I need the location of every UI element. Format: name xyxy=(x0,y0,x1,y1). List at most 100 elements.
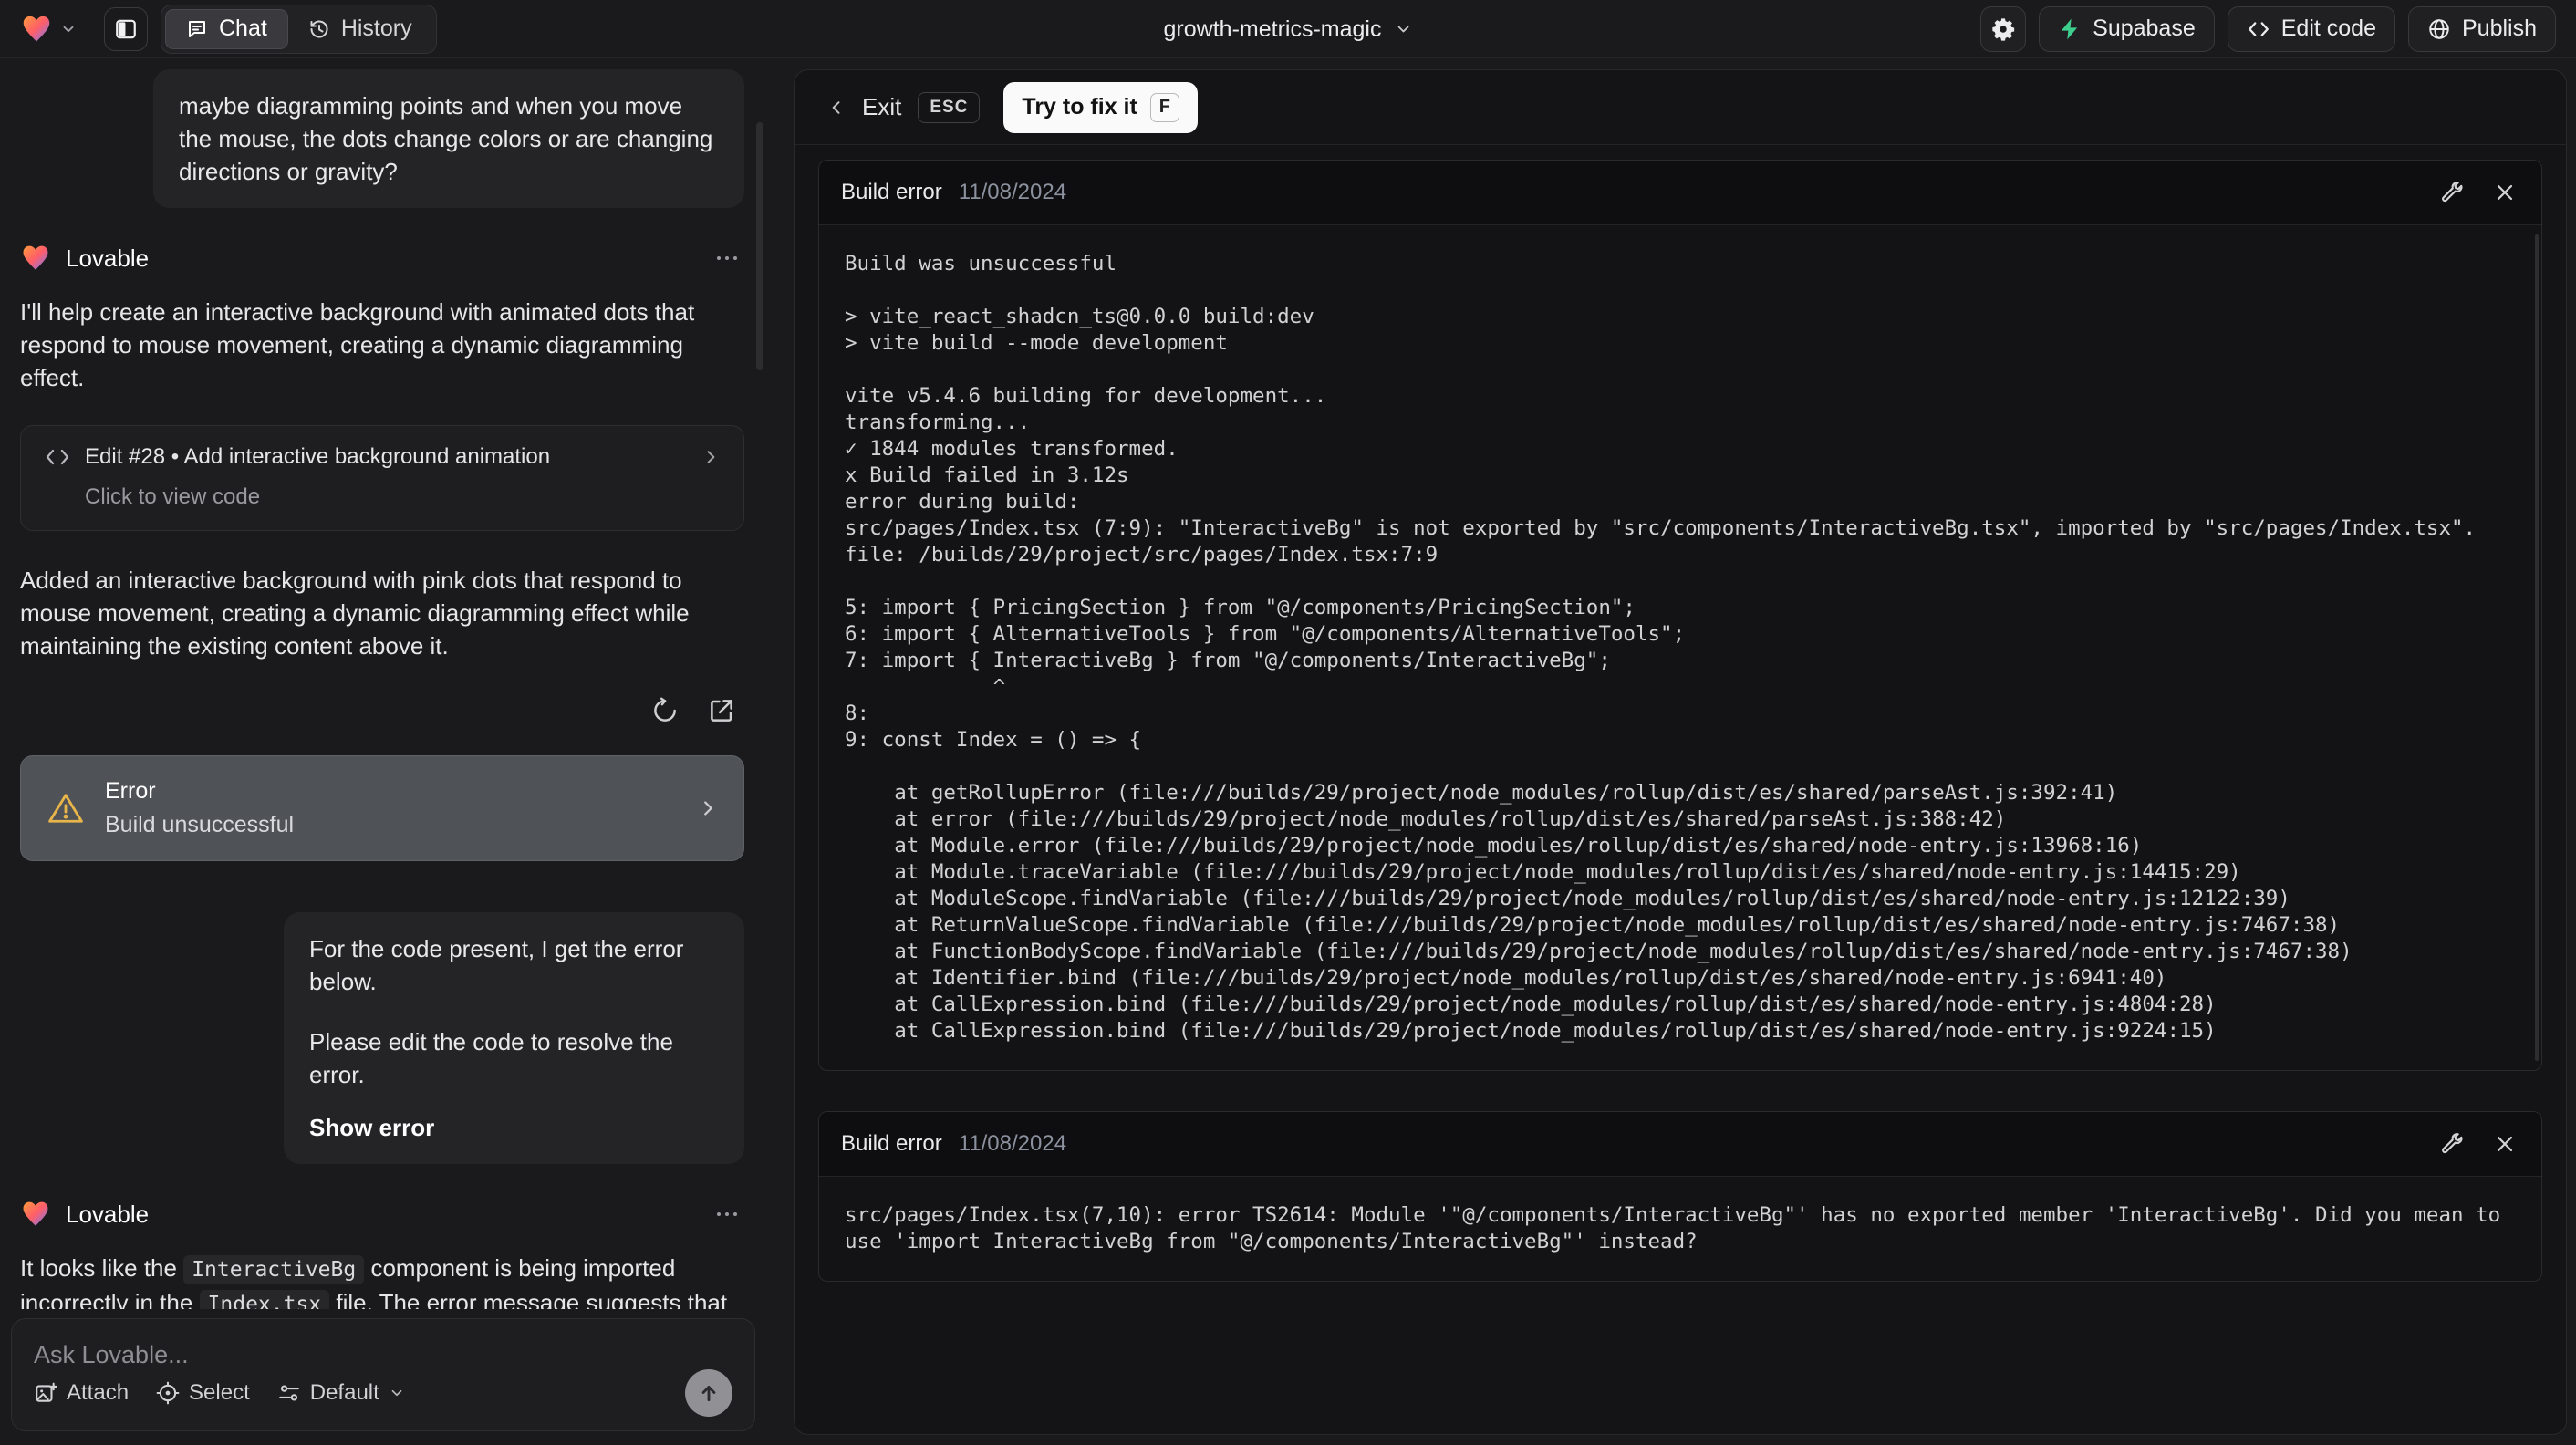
publish-label: Publish xyxy=(2462,16,2537,41)
error-panel-body: Build error 11/08/2024 Build was unsucce… xyxy=(795,145,2566,1434)
lovable-heart-icon xyxy=(20,243,51,274)
user-message-text: maybe diagramming points and when you mo… xyxy=(179,92,713,185)
message-text: It looks like the xyxy=(20,1254,184,1282)
gear-icon xyxy=(1990,16,2016,42)
error-panel-header: Exit ESC Try to fix it F xyxy=(795,70,2566,145)
history-clock-icon xyxy=(308,18,330,40)
edit-card-28[interactable]: Edit #28 • Add interactive background an… xyxy=(20,425,744,531)
send-button[interactable] xyxy=(685,1369,732,1417)
close-button[interactable] xyxy=(2490,1129,2519,1159)
message-actions xyxy=(20,693,739,728)
user-message: maybe diagramming points and when you mo… xyxy=(153,69,744,208)
ellipsis-icon xyxy=(717,1212,737,1216)
console-scrollbar[interactable] xyxy=(2535,234,2539,1061)
code-brackets-icon xyxy=(2247,17,2270,41)
fix-label: Try to fix it xyxy=(1022,94,1137,120)
assistant-name: Lovable xyxy=(66,244,150,272)
exit-button[interactable]: Exit ESC xyxy=(827,91,981,123)
restore-button[interactable] xyxy=(648,693,682,728)
topbar-actions: Supabase Edit code Publish xyxy=(1980,5,2556,52)
error-card-subtitle: Build unsuccessful xyxy=(105,812,295,837)
close-icon xyxy=(2497,184,2513,201)
build-error-date: 11/08/2024 xyxy=(958,1131,1067,1156)
attach-button[interactable]: Attach xyxy=(34,1380,129,1406)
edit-code-button[interactable]: Edit code xyxy=(2227,5,2395,52)
mode-selector-button[interactable]: Default xyxy=(277,1380,405,1406)
project-name: growth-metrics-magic xyxy=(1163,16,1382,42)
try-to-fix-button[interactable]: Try to fix it F xyxy=(1003,81,1198,133)
publish-button[interactable]: Publish xyxy=(2408,5,2556,52)
chevron-down-icon xyxy=(389,1385,405,1401)
panel-left-icon xyxy=(114,17,138,41)
chevron-down-icon xyxy=(60,21,77,37)
chat-scrollbar[interactable] xyxy=(756,122,763,370)
close-icon xyxy=(2497,1136,2513,1152)
chevron-left-icon xyxy=(827,99,846,117)
assistant-message: Added an interactive background with pin… xyxy=(20,567,690,660)
show-error-link[interactable]: Show error xyxy=(309,1111,719,1144)
build-error-log-2: Build error 11/08/2024 src/pages/Index.t… xyxy=(818,1111,2542,1282)
ellipsis-icon xyxy=(717,256,737,260)
build-error-title: Build error xyxy=(841,180,942,204)
user-message-text: Please edit the code to resolve the erro… xyxy=(309,1028,673,1088)
chat-panel: maybe diagramming points and when you mo… xyxy=(0,58,766,1444)
more-options-button[interactable] xyxy=(710,249,744,267)
build-error-date: 11/08/2024 xyxy=(958,180,1067,204)
refresh-icon xyxy=(654,697,676,722)
sidebar-toggle-button[interactable] xyxy=(104,6,148,51)
user-message-text: For the code present, I get the error be… xyxy=(309,935,684,995)
close-button[interactable] xyxy=(2490,178,2519,207)
build-error-header: Build error 11/08/2024 xyxy=(819,1112,2541,1177)
attach-label: Attach xyxy=(67,1380,130,1405)
more-options-button[interactable] xyxy=(710,1205,744,1223)
console-output-wrap: Build was unsuccessful > vite_react_shad… xyxy=(819,225,2541,1070)
edit-card-subtitle: Click to view code xyxy=(85,484,261,509)
supabase-bolt-icon xyxy=(2058,17,2082,41)
select-element-button[interactable]: Select xyxy=(156,1380,250,1406)
globe-icon xyxy=(2427,17,2451,41)
select-label: Select xyxy=(189,1380,250,1405)
wrench-icon xyxy=(2442,182,2463,203)
edit-card-title: Edit #28 • Add interactive background an… xyxy=(85,444,551,469)
lovable-logo-menu[interactable] xyxy=(20,13,77,46)
message-text: file. The error message suggests that xyxy=(329,1289,728,1309)
chevron-down-icon xyxy=(1394,20,1412,38)
console-output-wrap: src/pages/Index.tsx(7,10): error TS2614:… xyxy=(819,1177,2541,1281)
chat-message-list: maybe diagramming points and when you mo… xyxy=(0,62,766,1309)
supabase-button[interactable]: Supabase xyxy=(2039,5,2215,52)
open-preview-button[interactable] xyxy=(704,693,739,728)
tab-chat[interactable]: Chat xyxy=(165,8,288,49)
lovable-heart-icon xyxy=(20,13,53,46)
assistant-header: Lovable xyxy=(20,243,744,274)
error-overlay-area: Exit ESC Try to fix it F Build error 11/… xyxy=(766,58,2576,1444)
build-error-panel: Exit ESC Try to fix it F Build error 11/… xyxy=(794,69,2567,1435)
chevron-right-icon xyxy=(701,448,720,466)
target-icon xyxy=(156,1381,180,1405)
topbar: Chat History growth-metrics-magic Supaba… xyxy=(0,0,2576,58)
assistant-message: It looks like the InteractiveBg componen… xyxy=(20,1252,744,1309)
build-error-log-1: Build error 11/08/2024 Build was unsucce… xyxy=(818,160,2542,1071)
external-link-icon xyxy=(711,700,732,722)
assistant-message: I'll help create an interactive backgrou… xyxy=(20,298,695,391)
inline-code: Index.tsx xyxy=(199,1290,330,1309)
console-output: src/pages/Index.tsx(7,10): error TS2614:… xyxy=(845,1203,2513,1253)
build-error-card[interactable]: Error Build unsuccessful xyxy=(20,755,744,861)
chat-history-tabs: Chat History xyxy=(161,4,437,54)
settings-button[interactable] xyxy=(1980,5,2027,52)
assistant-header: Lovable xyxy=(20,1199,744,1230)
f-key-badge: F xyxy=(1149,92,1179,122)
fix-with-ai-button[interactable] xyxy=(2436,177,2467,208)
fix-with-ai-button[interactable] xyxy=(2436,1128,2467,1159)
sliders-icon xyxy=(277,1381,301,1405)
project-switcher[interactable]: growth-metrics-magic xyxy=(1164,0,1413,58)
tab-history[interactable]: History xyxy=(288,9,432,49)
build-error-title: Build error xyxy=(841,1131,942,1156)
attach-image-icon xyxy=(34,1381,57,1405)
chat-input[interactable] xyxy=(34,1341,732,1369)
supabase-label: Supabase xyxy=(2093,16,2196,41)
esc-key-badge: ESC xyxy=(918,91,981,123)
chat-input-card: Attach Select Default xyxy=(11,1318,755,1431)
edit-code-label: Edit code xyxy=(2280,16,2376,41)
code-brackets-icon xyxy=(45,446,70,468)
warning-triangle-icon xyxy=(47,791,85,826)
